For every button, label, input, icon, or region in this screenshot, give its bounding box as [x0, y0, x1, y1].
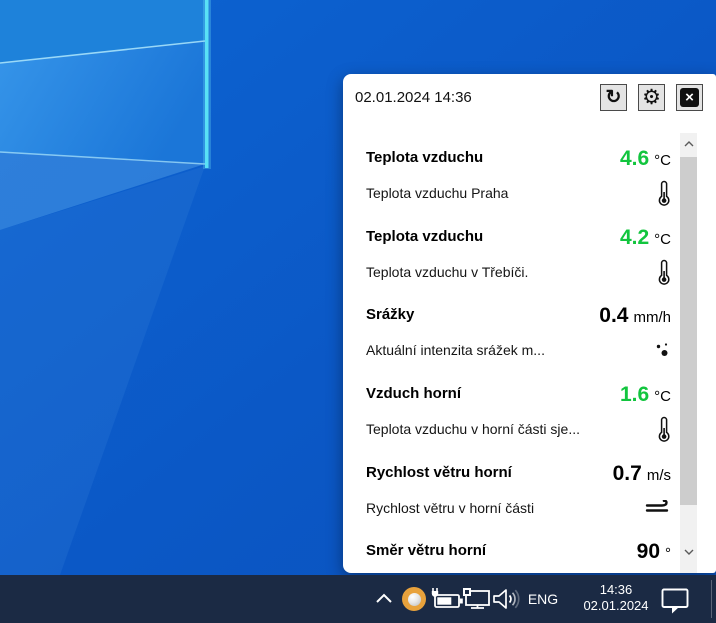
settings-button[interactable]: ⚙ [638, 84, 665, 111]
sensor-subtitle: Teplota vzduchu v horní části sje... [366, 421, 580, 437]
clock-time: 14:36 [600, 582, 633, 598]
widget-datetime: 02.01.2024 14:36 [355, 89, 472, 106]
sensor-unit: m/s [647, 467, 671, 484]
sensor-subtitle: Teplota vzduchu v Třebíči. [366, 264, 528, 280]
sensor-value: 90 [637, 540, 660, 563]
sensor-subtitle: Teplota vzduchu Praha [366, 185, 508, 201]
show-hidden-icons-button[interactable] [374, 591, 394, 605]
close-button[interactable]: × [676, 84, 703, 111]
sensor-row[interactable]: Vzduch horní 1.6 °C Teplota vzduchu v hor… [366, 382, 671, 442]
language-label: ENG [528, 591, 558, 607]
refresh-icon: ↻ [606, 88, 622, 107]
sensor-subtitle: Rychlost větru v horní části [366, 500, 534, 516]
thermometer-icon [643, 259, 671, 286]
sensor-unit: °C [654, 231, 671, 248]
sensor-value: 4.6 [620, 147, 649, 170]
scrollbar-thumb[interactable] [680, 157, 697, 505]
sensor-value: 1.6 [620, 383, 649, 406]
sensor-title: Srážky [366, 305, 414, 325]
battery-charging-icon[interactable] [429, 586, 464, 611]
action-center-button[interactable] [661, 588, 691, 614]
sensor-subtitle: Aktuální intenzita srážek m... [366, 342, 545, 358]
sensor-value: 4.2 [620, 226, 649, 249]
chevron-up-icon [374, 591, 394, 605]
sensor-row[interactable]: Teplota vzduchu 4.6 °C Teplota vzduchu Pr… [366, 146, 671, 206]
sensor-row[interactable]: Teplota vzduchu 4.2 °C Teplota vzduchu v … [366, 225, 671, 285]
sensor-row[interactable]: Srážky 0.4 mm/h Aktuální intenzita srážek… [366, 303, 671, 363]
sensor-title: Teplota vzduchu [366, 148, 483, 168]
sensor-title: Teplota vzduchu [366, 227, 483, 247]
wind-icon [643, 500, 671, 516]
sensor-title: Vzduch horní [366, 384, 461, 404]
refresh-button[interactable]: ↻ [600, 84, 627, 111]
sensor-row[interactable]: Směr větru horní 90 ° [366, 539, 671, 561]
drizzle-icon [643, 340, 671, 360]
thermometer-icon [643, 180, 671, 207]
sensor-value: 0.7 [613, 462, 642, 485]
sensor-title: Směr větru horní [366, 541, 486, 561]
sensor-unit: mm/h [634, 309, 672, 326]
sensor-row[interactable]: Rychlost větru horní 0.7 m/s Rychlost vět… [366, 461, 671, 521]
speaker-icon[interactable] [491, 587, 521, 611]
network-ethernet-icon[interactable] [461, 588, 493, 610]
sensor-title: Rychlost větru horní [366, 463, 512, 483]
scroll-up-button[interactable] [680, 135, 697, 152]
sensor-value: 0.4 [599, 304, 628, 327]
scroll-down-button[interactable] [680, 543, 697, 560]
widget-scrollbar[interactable] [680, 133, 697, 573]
thermometer-icon [643, 416, 671, 443]
gear-icon: ⚙ [642, 87, 661, 108]
language-indicator[interactable]: ENG [523, 575, 563, 623]
action-center-icon [661, 588, 691, 614]
show-desktop-divider[interactable] [711, 580, 712, 618]
tray-app-icon-inner [408, 593, 421, 606]
weather-widget-panel: 02.01.2024 14:36 ↻ ⚙ × Teplota vzduchu 4… [343, 74, 716, 573]
taskbar-clock[interactable]: 14:36 02.01.2024 [583, 582, 649, 614]
sensor-unit: °C [654, 152, 671, 169]
close-icon: × [680, 88, 699, 107]
sensor-unit: °C [654, 388, 671, 405]
sensor-unit: ° [665, 545, 671, 562]
taskbar: ENG 14:36 02.01.2024 [0, 575, 716, 623]
tray-app-icon[interactable] [402, 587, 426, 611]
clock-date: 02.01.2024 [583, 598, 648, 614]
